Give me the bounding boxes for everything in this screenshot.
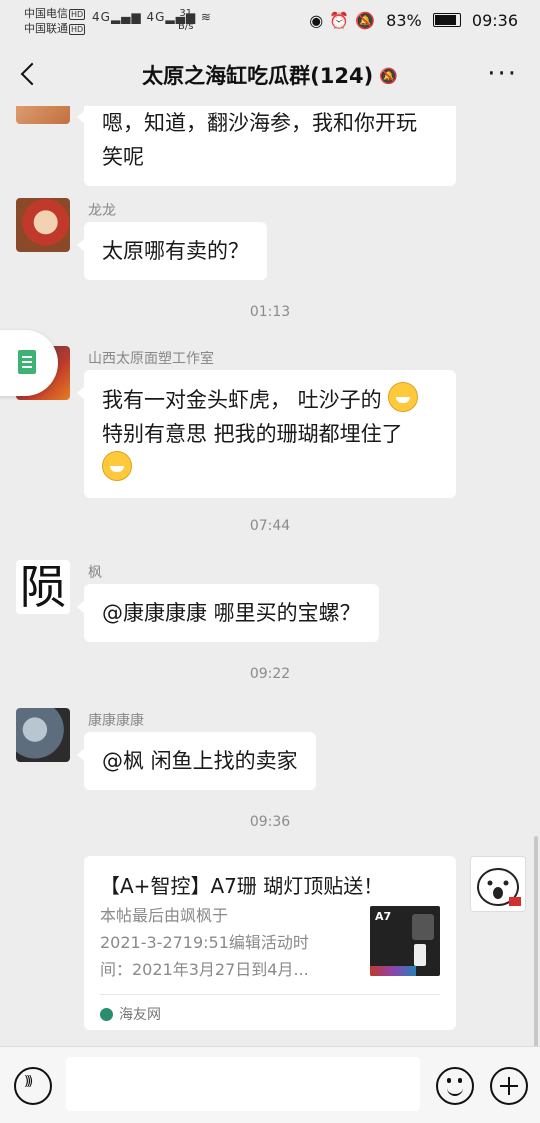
scrollbar[interactable] xyxy=(534,836,538,1046)
battery-icon xyxy=(432,13,461,27)
signal-icon: 4G▂▄▆ 4G▂▄▆ ≋ xyxy=(92,10,212,24)
hd-badge-2: HD xyxy=(69,24,86,35)
hd-badge-1: HD xyxy=(69,9,86,20)
laugh-cry-emoji-icon xyxy=(102,451,132,481)
mute-icon: 🔕 xyxy=(379,67,398,85)
battery-percent: 83% xyxy=(386,11,422,30)
card-description: 本帖最后由飒枫于 2021-3-2719:51编辑活动时 间：2021年3月27… xyxy=(100,906,309,979)
carrier-info: 中国电信 HD 中国联通 HD xyxy=(24,6,86,36)
sender-name: 康康康康 xyxy=(88,713,144,729)
carrier-2: 中国联通 xyxy=(24,22,68,35)
message-bubble[interactable]: 太原哪有卖的？ xyxy=(77,222,267,280)
my-avatar[interactable] xyxy=(470,856,526,912)
avatar[interactable]: 陨 xyxy=(16,560,70,614)
timestamp: 09:22 xyxy=(249,666,291,682)
link-card[interactable]: 【A+智控】A7珊 瑚灯顶贴送！ 本帖最后由飒枫于 2021-3-2719:51… xyxy=(84,856,456,1030)
sender-name: 龙龙 xyxy=(88,203,116,219)
chat-area[interactable]: 嗯，知道，翻沙海参，我和你开玩 笑呢 龙龙 太原哪有卖的？ 01:13 山西太原… xyxy=(0,106,540,1046)
voice-input-button[interactable] xyxy=(14,1067,52,1105)
avatar[interactable] xyxy=(16,708,70,762)
bear-face-icon xyxy=(477,868,521,906)
message-input[interactable] xyxy=(66,1057,420,1111)
sender-name: 枫 xyxy=(88,565,102,581)
document-icon xyxy=(18,350,36,374)
eye-icon: ◉ xyxy=(309,11,324,30)
message-bubble[interactable]: @康康康康 哪里买的宝螺？ xyxy=(77,584,379,642)
input-bar xyxy=(0,1046,540,1123)
chat-title: 太原之海缸吃瓜群(124) 🔕 xyxy=(142,64,398,88)
card-title: 【A+智控】A7珊 瑚灯顶贴送！ xyxy=(100,874,384,898)
avatar[interactable] xyxy=(16,198,70,252)
sender-name: 山西太原面塑工作室 xyxy=(88,351,214,367)
mute-bell-icon: 🔕 xyxy=(355,11,376,30)
network-speed: 31 B/s xyxy=(178,8,194,32)
grin-emoji-icon xyxy=(388,382,419,412)
card-thumbnail: A7 xyxy=(370,906,440,976)
source-logo-icon xyxy=(100,1008,113,1021)
timestamp: 09:36 xyxy=(249,814,291,830)
more-button[interactable]: ··· xyxy=(487,61,518,87)
carrier-1: 中国电信 xyxy=(24,7,68,20)
title-bar: 太原之海缸吃瓜群(124) 🔕 ··· xyxy=(0,44,540,106)
card-source: 海友网 xyxy=(100,1004,161,1024)
clock: 09:36 xyxy=(471,11,518,30)
message-bubble[interactable]: 嗯，知道，翻沙海参，我和你开玩 笑呢 xyxy=(77,106,456,186)
more-functions-button[interactable] xyxy=(490,1067,528,1105)
status-bar: 中国电信 HD 中国联通 HD 4G▂▄▆ 4G▂▄▆ ≋ 31 B/s ◉ ⏰ 🔕 8… xyxy=(0,0,540,44)
timestamp: 07:44 xyxy=(249,518,291,534)
alarm-icon: ⏰ xyxy=(329,11,350,30)
timestamp: 01:13 xyxy=(249,304,291,320)
divider xyxy=(100,994,440,995)
message-bubble[interactable]: 我有一对金头虾虎， 吐沙子的 特别有意思 把我的珊瑚都埋住了 xyxy=(77,370,456,498)
avatar[interactable] xyxy=(16,106,70,124)
emoji-button[interactable] xyxy=(436,1067,474,1105)
status-right: ◉ ⏰ 🔕 83% 09:36 xyxy=(303,11,518,30)
message-bubble[interactable]: @枫 闲鱼上找的卖家 xyxy=(77,732,316,790)
